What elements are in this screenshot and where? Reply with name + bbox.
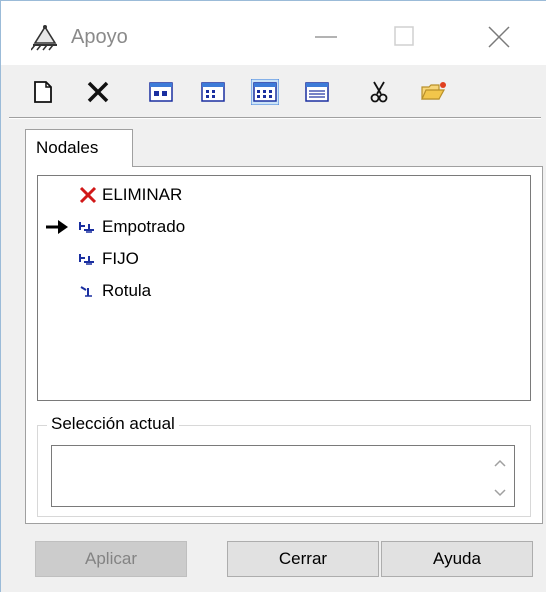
list-item-label: Empotrado bbox=[102, 217, 186, 236]
support-app-icon bbox=[30, 23, 59, 51]
list-item-label: FIJO bbox=[102, 249, 139, 268]
current-selection-label: Selección actual bbox=[47, 413, 179, 435]
current-selection-field[interactable] bbox=[51, 445, 515, 507]
support-type-list[interactable]: ELIMINAR Empotrado FIJO Rotula bbox=[37, 175, 531, 401]
scroll-down-icon[interactable] bbox=[492, 486, 508, 498]
arrow-right-icon bbox=[44, 218, 70, 236]
scissors-icon[interactable] bbox=[365, 79, 393, 105]
apply-button[interactable]: Aplicar bbox=[35, 541, 187, 577]
title-bar[interactable]: Apoyo bbox=[1, 1, 546, 65]
view-list-icon[interactable] bbox=[250, 78, 280, 106]
maximize-button[interactable] bbox=[385, 19, 425, 55]
scroll-up-icon[interactable] bbox=[492, 456, 508, 468]
close-dialog-button[interactable]: Cerrar bbox=[227, 541, 379, 577]
close-button[interactable] bbox=[479, 19, 519, 55]
apoyo-window: Apoyo Nodales ELIMINAR Empotrado FIJO Ro… bbox=[0, 0, 546, 592]
toolbar bbox=[1, 65, 546, 117]
view-small-icons-icon[interactable] bbox=[199, 79, 227, 105]
tab-nodales[interactable]: Nodales bbox=[25, 129, 133, 167]
view-large-icons-icon[interactable] bbox=[147, 79, 175, 105]
red-x-icon bbox=[76, 186, 98, 204]
list-item[interactable]: ELIMINAR bbox=[38, 182, 530, 208]
window-title: Apoyo bbox=[71, 26, 128, 48]
fixed-support-icon bbox=[76, 218, 98, 236]
view-details-icon[interactable] bbox=[303, 79, 331, 105]
minimize-button[interactable] bbox=[307, 19, 347, 55]
list-item[interactable]: FIJO bbox=[38, 246, 530, 272]
list-item-label: ELIMINAR bbox=[102, 185, 183, 204]
list-item[interactable]: Rotula bbox=[38, 278, 530, 304]
toolbar-separator bbox=[9, 117, 541, 119]
list-item[interactable]: Empotrado bbox=[38, 214, 530, 240]
hinge-support-icon bbox=[76, 282, 98, 300]
help-button[interactable]: Ayuda bbox=[381, 541, 533, 577]
fixed-support-icon bbox=[76, 250, 98, 268]
list-item-label: Rotula bbox=[102, 281, 152, 300]
open-folder-icon[interactable] bbox=[419, 79, 447, 105]
delete-x-icon[interactable] bbox=[85, 79, 113, 105]
new-document-icon[interactable] bbox=[29, 79, 57, 105]
